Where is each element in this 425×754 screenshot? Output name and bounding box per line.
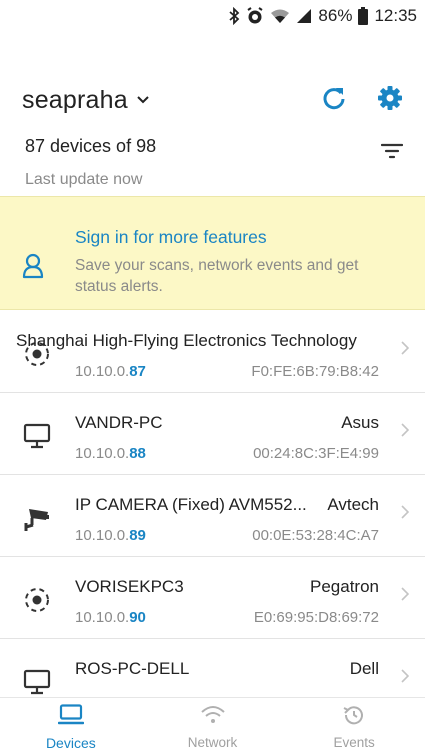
chevron-right-icon — [401, 587, 410, 606]
device-name: ROS-PC-DELL — [75, 659, 190, 678]
chevron-down-icon[interactable] — [136, 95, 150, 105]
battery-icon — [358, 6, 369, 26]
chevron-right-icon — [401, 341, 410, 360]
clock: 12:35 — [374, 6, 417, 25]
refresh-icon[interactable] — [321, 85, 347, 116]
device-row[interactable]: Shanghai High-Flying Electronics Technol… — [0, 311, 425, 393]
history-icon — [341, 704, 367, 731]
wifi-icon — [270, 6, 290, 26]
scan-summary: 87 devices of 98 Last update now — [0, 128, 425, 196]
device-count: 87 devices of 98 — [25, 136, 157, 156]
last-update-text: Last update now — [25, 171, 143, 188]
camera-icon — [22, 503, 52, 533]
device-ip: 10.10.0.90 — [75, 609, 146, 626]
device-name: VANDR-PC — [75, 413, 163, 432]
tab-label: Network — [187, 735, 238, 750]
filter-icon[interactable] — [380, 142, 404, 165]
device-ip: 10.10.0.87 — [75, 363, 146, 380]
device-mac: 00:24:8C:3F:E4:99 — [253, 445, 379, 462]
settings-icon[interactable] — [377, 85, 403, 116]
device-mac: F0:FE:6B:79:B8:42 — [251, 363, 379, 380]
device-mac: E0:69:95:D8:69:72 — [253, 609, 379, 626]
desktop-icon — [22, 667, 52, 697]
device-row[interactable]: VORISEKPC3 Pegatron 10.10.0.90 E0:69:95:… — [0, 557, 425, 639]
device-row[interactable]: IP CAMERA (Fixed) AVM552... Avtech 10.10… — [0, 475, 425, 557]
signin-title[interactable]: Sign in for more features — [75, 227, 267, 248]
device-vendor: Dell — [349, 659, 379, 678]
signin-banner[interactable]: Sign in for more features Save your scan… — [0, 196, 425, 310]
chevron-right-icon — [401, 423, 410, 442]
battery-percentage: 86% — [318, 6, 353, 25]
wifi-icon — [200, 704, 226, 731]
device-list: Shanghai High-Flying Electronics Technol… — [0, 311, 425, 697]
chevron-right-icon — [401, 505, 410, 524]
bluetooth-icon — [228, 6, 240, 26]
device-vendor: Avtech — [327, 495, 379, 514]
alarm-icon — [246, 6, 264, 26]
device-name: VORISEKPC3 — [75, 577, 184, 596]
device-name: IP CAMERA (Fixed) AVM552... — [75, 495, 307, 514]
status-bar: 86% 12:35 — [0, 0, 425, 56]
device-row[interactable]: VANDR-PC Asus 10.10.0.88 00:24:8C:3F:E4:… — [0, 393, 425, 475]
user-icon — [22, 253, 44, 284]
tab-network[interactable]: Network — [142, 698, 284, 754]
device-ip: 10.10.0.88 — [75, 445, 146, 462]
device-ip: 10.10.0.89 — [75, 527, 146, 544]
signin-description: Save your scans, network events and get … — [75, 257, 359, 295]
signal-icon — [296, 6, 312, 26]
desktop-icon — [22, 421, 52, 451]
device-vendor: Asus — [341, 413, 379, 432]
device-vendor: Pegatron — [310, 577, 379, 596]
tab-label: Events — [333, 735, 375, 750]
bottom-tab-bar: Devices Network Events — [0, 697, 425, 754]
devices-icon — [57, 704, 85, 731]
tab-label: Devices — [45, 735, 96, 751]
generic-device-icon — [22, 585, 52, 615]
device-name: Shanghai High-Flying Electronics Technol… — [16, 331, 357, 350]
tab-events[interactable]: Events — [283, 698, 425, 754]
device-mac: 00:0E:53:28:4C:A7 — [252, 527, 379, 544]
tab-devices[interactable]: Devices — [0, 698, 142, 754]
chevron-right-icon — [401, 669, 410, 688]
network-name[interactable]: seapraha — [22, 86, 128, 115]
device-row[interactable]: ROS-PC-DELL Dell — [0, 639, 425, 697]
